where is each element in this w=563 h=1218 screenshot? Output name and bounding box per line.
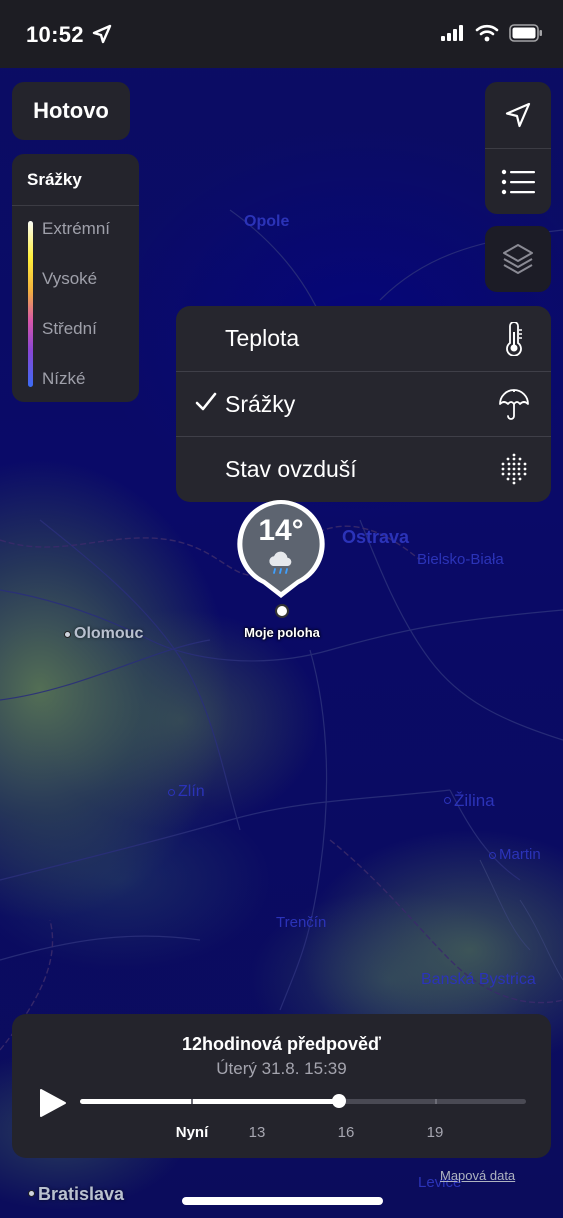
- home-indicator: [182, 1197, 383, 1205]
- map-city-label: Bielsko-Biała: [417, 551, 504, 568]
- legend-level: Nízké: [42, 369, 86, 388]
- status-bar: 10:52: [0, 0, 563, 68]
- checkmark-icon: [195, 392, 217, 411]
- location-dot: [275, 604, 289, 618]
- my-location-marker[interactable]: 14°: [235, 498, 327, 600]
- timeline-label: 16: [337, 1124, 355, 1141]
- menu-item-label: Stav ovzduší: [225, 455, 357, 482]
- map-city-label: Zlín: [168, 783, 205, 800]
- timeline-label-now: Nyní: [175, 1124, 209, 1141]
- layer-option-air-quality[interactable]: Stav ovzduší: [176, 436, 551, 501]
- map-city-label: Banská Bystrica: [421, 971, 536, 988]
- cloud-rain-icon: [269, 551, 292, 574]
- done-button[interactable]: Hotovo: [12, 82, 130, 140]
- battery-icon: [509, 24, 542, 42]
- layer-menu: Teplota Srážky Stav ovzduší: [176, 306, 551, 502]
- map-city-label: Ostrava: [342, 527, 410, 547]
- thermometer-icon: [506, 322, 522, 356]
- play-icon[interactable]: [38, 1088, 68, 1118]
- map-controls: [485, 82, 551, 214]
- map-city-label: Trenčín: [276, 914, 327, 931]
- cellular-signal-icon: [441, 25, 463, 41]
- map-data-link[interactable]: Mapová data: [440, 1168, 515, 1183]
- menu-item-label: Teplota: [225, 325, 300, 351]
- location-arrow-icon: [505, 102, 531, 128]
- timeline-progress: [80, 1099, 339, 1104]
- map-city-label: Olomouc: [63, 625, 144, 642]
- wifi-icon: [475, 24, 499, 42]
- menu-item-label: Srážky: [225, 390, 296, 417]
- precipitation-legend: Srážky Extrémní Vysoké Střední Nízké: [12, 154, 139, 402]
- layers-icon: [503, 244, 533, 274]
- map-city-label: Žilina: [444, 791, 495, 810]
- location-arrow-icon: [92, 24, 112, 44]
- timeline-tick: [191, 1099, 193, 1104]
- umbrella-icon: [499, 389, 529, 420]
- timeline-slider[interactable]: [80, 1094, 526, 1108]
- map-city-label: Opole: [244, 213, 290, 230]
- legend-level: Vysoké: [42, 269, 98, 288]
- list-icon: [501, 169, 535, 194]
- timeline-handle[interactable]: [331, 1094, 346, 1108]
- legend-title: Srážky: [12, 154, 139, 206]
- forecast-timestamp: Úterý 31.8. 15:39: [216, 1059, 347, 1078]
- map-city-label: Bratislava: [27, 1184, 125, 1204]
- location-list-button[interactable]: [485, 148, 551, 214]
- layer-option-precipitation[interactable]: Srážky: [176, 371, 551, 436]
- forecast-panel: 12hodinová předpověď Úterý 31.8. 15:39 N…: [12, 1014, 551, 1158]
- forecast-title: 12hodinová předpověď: [182, 1034, 381, 1054]
- status-time: 10:52: [26, 22, 84, 47]
- legend-level: Extrémní: [42, 219, 111, 238]
- marker-temperature: 14°: [258, 514, 304, 547]
- timeline-tick: [435, 1099, 437, 1104]
- legend-level: Střední: [42, 319, 97, 338]
- timeline-label: 13: [248, 1124, 266, 1141]
- air-quality-icon: [501, 453, 527, 485]
- map-layers-button[interactable]: [485, 226, 551, 292]
- timeline-label: 19: [426, 1124, 444, 1141]
- legend-color-scale: [28, 221, 33, 387]
- layer-option-temperature[interactable]: Teplota: [176, 306, 551, 371]
- marker-label: Moje poloha: [244, 625, 320, 640]
- map-city-label: Martin: [489, 846, 541, 863]
- current-location-button[interactable]: [485, 82, 551, 148]
